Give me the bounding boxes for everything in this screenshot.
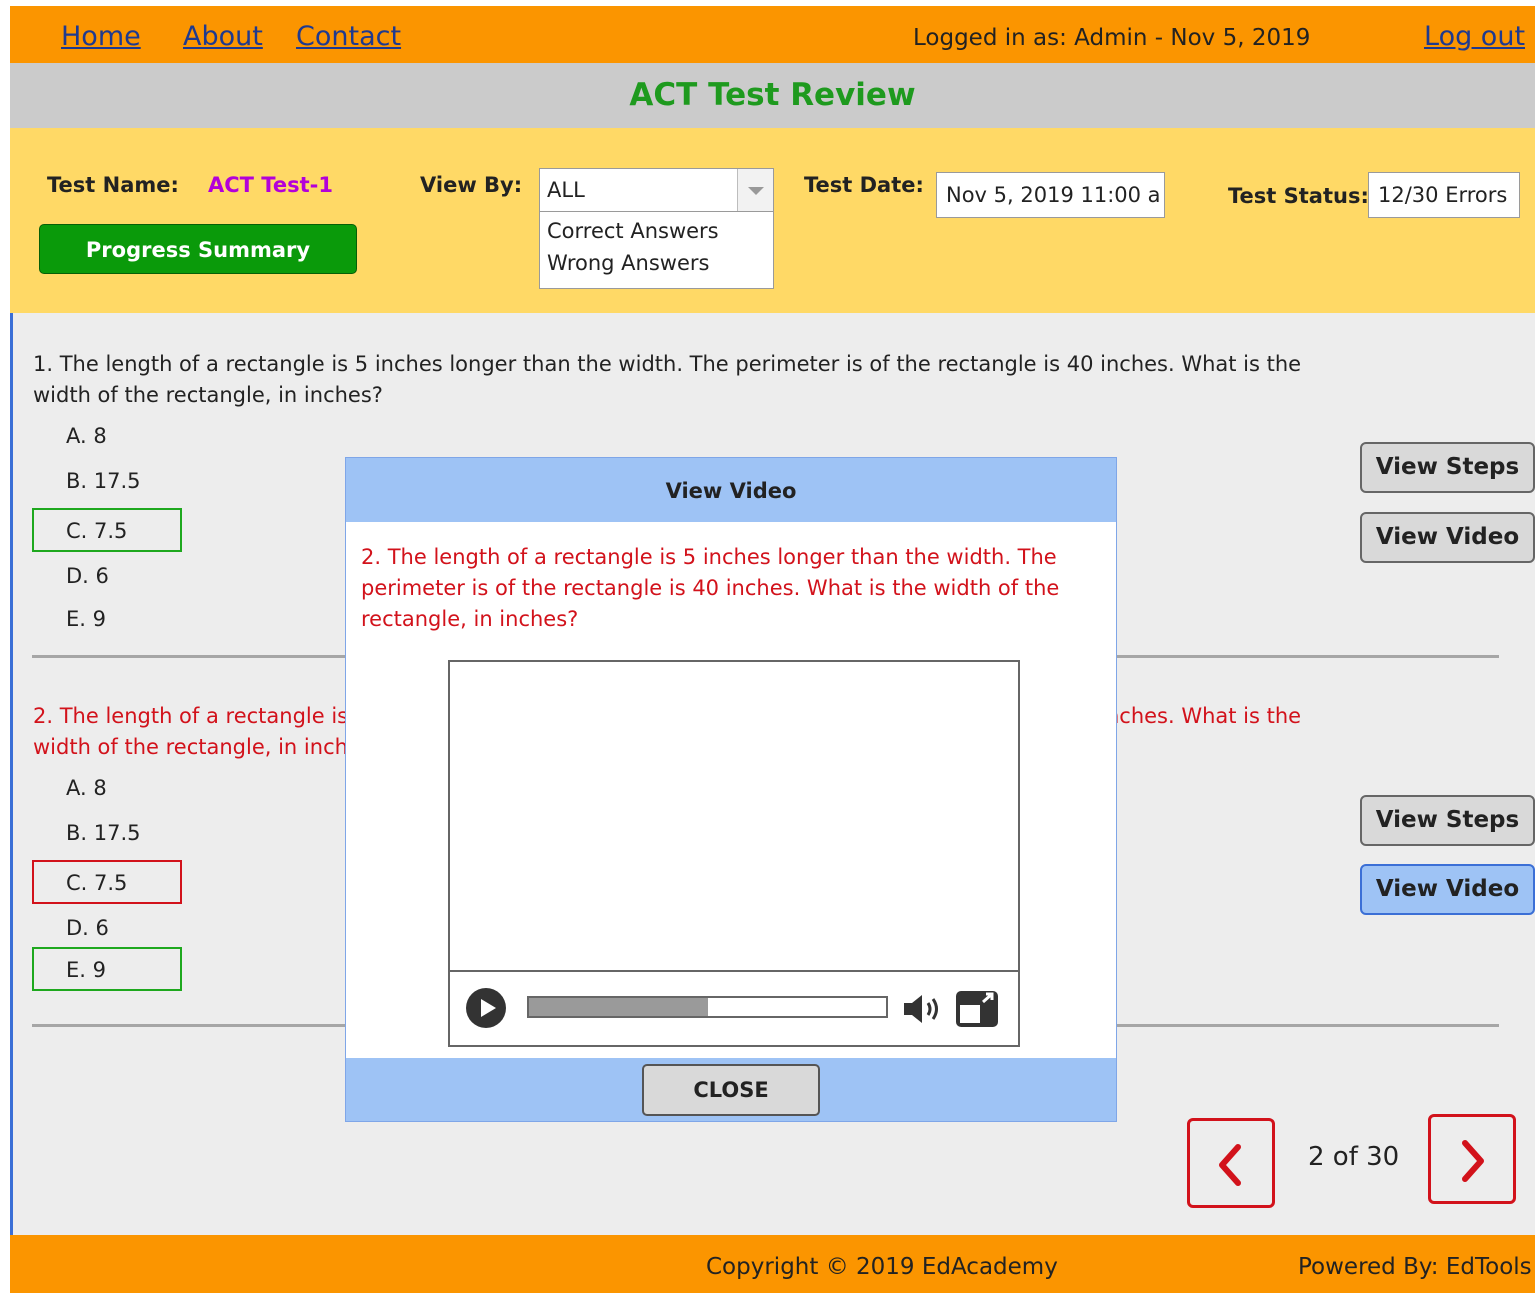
fullscreen-icon[interactable] [953, 988, 1001, 1030]
test-status-field[interactable]: 12/30 Errors [1368, 172, 1520, 218]
modal-question-text: 2. The length of a rectangle is 5 inches… [361, 545, 1060, 631]
q1-view-steps-button[interactable]: View Steps [1360, 442, 1535, 493]
chevron-down-icon[interactable] [737, 169, 773, 211]
prev-page-button[interactable] [1187, 1118, 1275, 1208]
q2-view-video-button[interactable]: View Video [1360, 864, 1535, 915]
view-by-selected-value: ALL [547, 178, 585, 202]
test-date-label: Test Date: [804, 173, 924, 197]
view-by-option-correct[interactable]: Correct Answers [547, 219, 719, 243]
q1-view-video-button[interactable]: View Video [1360, 512, 1535, 563]
video-controls [450, 970, 1018, 1045]
q1-option-a[interactable]: A. 8 [66, 424, 107, 448]
test-name-label: Test Name: [47, 173, 179, 197]
powered-by-text: Powered By: EdTools [1298, 1254, 1532, 1280]
view-by-option-wrong[interactable]: Wrong Answers [547, 251, 709, 275]
modal-title: View Video [346, 458, 1116, 522]
volume-icon[interactable] [902, 992, 944, 1026]
logged-in-status: Logged in as: Admin - Nov 5, 2019 [913, 25, 1311, 51]
q2-option-b[interactable]: B. 17.5 [66, 821, 141, 845]
view-video-modal: View Video 2. The length of a rectangle … [345, 457, 1117, 1122]
page-title: ACT Test Review [629, 77, 916, 113]
test-name-value: ACT Test-1 [208, 173, 333, 197]
top-nav: Home About Contact Logged in as: Admin -… [10, 6, 1535, 63]
q1-option-d[interactable]: D. 6 [66, 564, 109, 588]
q2-option-e[interactable]: E. 9 [66, 958, 106, 982]
q2-option-c[interactable]: C. 7.5 [66, 871, 127, 895]
q1-option-b[interactable]: B. 17.5 [66, 469, 141, 493]
chevron-left-icon [1219, 1144, 1241, 1186]
test-status-label: Test Status: [1228, 184, 1369, 208]
q2-option-d[interactable]: D. 6 [66, 916, 109, 940]
title-bar: ACT Test Review [10, 63, 1535, 128]
test-date-field[interactable]: Nov 5, 2019 11:00 a [936, 172, 1165, 218]
question-1-text: 1. The length of a rectangle is 5 inches… [33, 352, 1302, 407]
nav-about-link[interactable]: About [183, 21, 263, 52]
modal-footer: CLOSE [346, 1058, 1116, 1121]
q2-option-a[interactable]: A. 8 [66, 776, 107, 800]
page-indicator: 2 of 30 [1308, 1142, 1400, 1172]
nav-home-link[interactable]: Home [61, 21, 141, 52]
video-progress-fill [529, 998, 708, 1016]
view-by-label: View By: [420, 173, 523, 197]
video-seek-bar[interactable] [527, 996, 888, 1018]
filter-panel: Test Name: ACT Test-1 Progress Summary V… [10, 128, 1535, 313]
q1-option-e[interactable]: E. 9 [66, 607, 106, 631]
copyright-text: Copyright © 2019 EdAcademy [706, 1254, 1058, 1280]
play-icon[interactable] [465, 987, 507, 1029]
logout-link[interactable]: Log out [1424, 21, 1525, 52]
progress-summary-button[interactable]: Progress Summary [39, 224, 357, 274]
chevron-right-icon [1462, 1140, 1484, 1182]
view-by-dropdown-list: Correct Answers Wrong Answers [539, 212, 774, 289]
q2-correct-answer-box [32, 947, 182, 991]
nav-contact-link[interactable]: Contact [296, 21, 401, 52]
video-player[interactable] [448, 660, 1020, 1047]
view-by-select[interactable]: ALL [539, 168, 774, 212]
close-button[interactable]: CLOSE [642, 1064, 820, 1116]
footer: Copyright © 2019 EdAcademy Powered By: E… [10, 1235, 1535, 1293]
next-page-button[interactable] [1428, 1114, 1516, 1204]
q1-option-c[interactable]: C. 7.5 [66, 519, 127, 543]
q2-view-steps-button[interactable]: View Steps [1360, 795, 1535, 846]
